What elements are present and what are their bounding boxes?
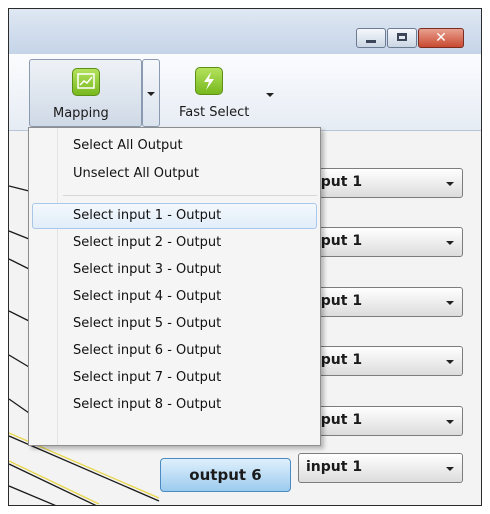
menu-separator	[63, 195, 317, 196]
menu-item-select-input-8[interactable]: Select input 8 - Output	[32, 392, 317, 418]
mapping-dropdown-button[interactable]	[142, 59, 160, 127]
chevron-down-icon	[446, 301, 454, 305]
mapping-label: Mapping	[53, 106, 109, 121]
menu-item-select-input-3[interactable]: Select input 3 - Output	[32, 257, 317, 283]
fast-select-dropdown-icon[interactable]	[266, 93, 274, 97]
menu-item-label: Select input 7 - Output	[73, 370, 222, 385]
menu-item-select-input-2[interactable]: Select input 2 - Output	[32, 230, 317, 256]
menu-item-select-input-4[interactable]: Select input 4 - Output	[32, 284, 317, 310]
chevron-down-icon	[446, 467, 454, 471]
chevron-down-icon	[446, 241, 454, 245]
input-select-6[interactable]: input 1	[298, 453, 463, 483]
input-select-4[interactable]: input 1	[298, 346, 463, 376]
menu-item-label: Select input 2 - Output	[73, 235, 222, 250]
chevron-down-icon	[147, 92, 155, 96]
minimize-button[interactable]	[356, 28, 386, 48]
menu-item-label: Select input 1 - Output	[73, 208, 222, 223]
maximize-button[interactable]	[387, 28, 417, 48]
title-bar: ✕	[9, 9, 481, 55]
input-select-1[interactable]: input 1	[298, 168, 463, 198]
input-select-3[interactable]: input 1	[298, 287, 463, 317]
close-icon: ✕	[435, 30, 447, 46]
input-select-5[interactable]: input 1	[298, 406, 463, 436]
input-select-value: input 1	[306, 459, 363, 475]
toolbar: Mapping Fast Select	[9, 54, 481, 131]
menu-item-unselect-all-output[interactable]: Unselect All Output	[32, 161, 317, 187]
chart-icon	[72, 68, 100, 96]
chevron-down-icon	[446, 360, 454, 364]
mapping-button[interactable]: Mapping	[29, 59, 142, 127]
menu-item-label: Select input 5 - Output	[73, 316, 222, 331]
menu-item-label: Select input 6 - Output	[73, 343, 222, 358]
menu-item-select-input-6[interactable]: Select input 6 - Output	[32, 338, 317, 364]
menu-item-label: Select input 3 - Output	[73, 262, 222, 277]
menu-item-label: Select All Output	[73, 138, 183, 153]
input-select-2[interactable]: input 1	[298, 227, 463, 257]
menu-item-select-all-output[interactable]: Select All Output	[32, 133, 317, 159]
menu-item-select-input-5[interactable]: Select input 5 - Output	[32, 311, 317, 337]
fast-select-label: Fast Select	[179, 105, 250, 120]
minimize-icon	[366, 40, 376, 43]
menu-item-label: Select input 8 - Output	[73, 397, 222, 412]
close-button[interactable]: ✕	[418, 28, 464, 48]
menu-item-label: Select input 4 - Output	[73, 289, 222, 304]
chevron-down-icon	[446, 420, 454, 424]
fast-select-button[interactable]: Fast Select	[173, 59, 253, 127]
menu-item-select-input-7[interactable]: Select input 7 - Output	[32, 365, 317, 391]
app-window: ✕ Mapping Fast Select input 1 input 1 in…	[8, 8, 482, 506]
lightning-icon	[195, 67, 223, 95]
mapping-dropdown-menu: Select All Output Unselect All Output Se…	[28, 127, 321, 446]
menu-item-select-input-1[interactable]: Select input 1 - Output	[32, 203, 317, 229]
maximize-icon	[397, 33, 407, 41]
menu-item-label: Unselect All Output	[73, 166, 199, 181]
chevron-down-icon	[446, 182, 454, 186]
output-6-button[interactable]: output 6	[160, 458, 291, 492]
